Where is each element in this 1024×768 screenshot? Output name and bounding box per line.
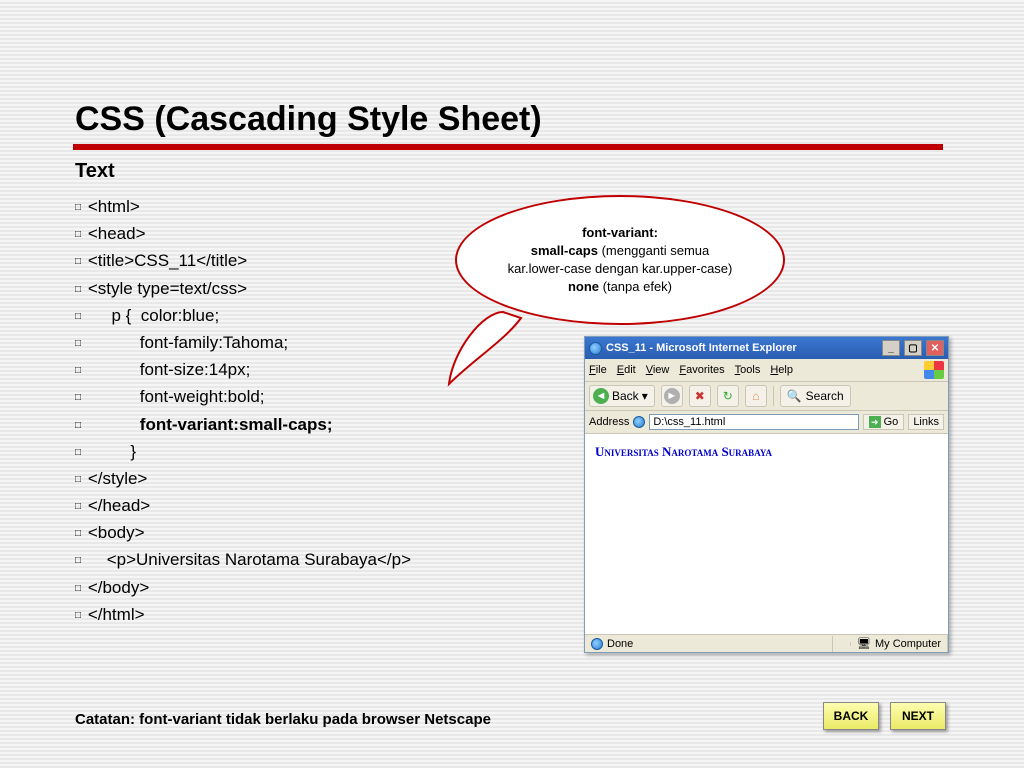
go-button[interactable]: ➜ Go: [863, 414, 905, 430]
browser-menubar: File Edit View Favorites Tools Help: [585, 359, 948, 382]
status-ie-icon: [591, 638, 603, 650]
status-zone: 🖥 My Computer: [851, 635, 948, 652]
menu-favorites[interactable]: Favorites: [679, 364, 724, 376]
search-icon: 🔍: [787, 389, 802, 403]
search-label: Search: [806, 389, 844, 403]
menu-edit[interactable]: Edit: [617, 364, 636, 376]
status-bar: Done 🖥 My Computer: [585, 634, 948, 652]
menu-view[interactable]: View: [646, 364, 670, 376]
menu-help[interactable]: Help: [770, 364, 793, 376]
back-button[interactable]: ◄ Back ▾: [589, 385, 655, 407]
callout-bubble: font-variant: small-caps (mengganti semu…: [455, 195, 785, 325]
page-title: CSS (Cascading Style Sheet): [75, 100, 984, 139]
forward-button[interactable]: ►: [661, 385, 683, 407]
browser-titlebar[interactable]: CSS_11 - Microsoft Internet Explorer _ ▢…: [585, 337, 948, 359]
callout-line3: kar.lower-case dengan kar.upper-case): [508, 261, 733, 276]
browser-viewport: Universitas Narotama Surabaya: [585, 434, 948, 634]
address-input[interactable]: [649, 414, 858, 430]
callout-line2-rest: (mengganti semua: [598, 243, 709, 258]
windows-logo-icon: [924, 361, 944, 379]
page-icon: [633, 416, 645, 428]
status-done: Done: [585, 636, 833, 652]
computer-icon: 🖥: [857, 637, 871, 650]
ie-icon: [589, 342, 602, 355]
status-done-text: Done: [607, 638, 633, 650]
search-button[interactable]: 🔍 Search: [780, 385, 851, 407]
refresh-button[interactable]: ↻: [717, 385, 739, 407]
stop-button[interactable]: ✖: [689, 385, 711, 407]
menu-tools[interactable]: Tools: [735, 364, 761, 376]
address-bar: Address ➜ Go Links: [585, 411, 948, 434]
maximize-button[interactable]: ▢: [904, 340, 922, 356]
callout-line4-rest: (tanpa efek): [599, 279, 672, 294]
browser-title: CSS_11 - Microsoft Internet Explorer: [606, 342, 797, 354]
chevron-down-icon: ▾: [642, 389, 648, 403]
section-heading: Text: [75, 160, 984, 183]
close-button[interactable]: ✕: [926, 340, 944, 356]
browser-window: CSS_11 - Microsoft Internet Explorer _ ▢…: [584, 336, 949, 653]
home-button[interactable]: ⌂: [745, 385, 767, 407]
callout-line2-bold: small-caps: [531, 243, 598, 258]
address-label: Address: [589, 416, 629, 428]
back-label: Back: [612, 389, 639, 403]
back-arrow-icon: ◄: [593, 388, 609, 404]
footnote: Catatan: font-variant tidak berlaku pada…: [75, 711, 491, 728]
go-label: Go: [884, 416, 899, 428]
slide-next-button[interactable]: NEXT: [890, 702, 946, 730]
slide-back-button[interactable]: BACK: [823, 702, 879, 730]
rendered-text: Universitas Narotama Surabaya: [595, 444, 772, 459]
callout-tail: [443, 310, 533, 390]
minimize-button[interactable]: _: [882, 340, 900, 356]
title-underline: [73, 144, 943, 150]
menu-file[interactable]: File: [589, 364, 607, 376]
callout-line1: font-variant:: [582, 225, 658, 240]
status-zone-text: My Computer: [875, 638, 941, 650]
go-arrow-icon: ➜: [869, 416, 881, 428]
callout-line4-bold: none: [568, 279, 599, 294]
browser-toolbar: ◄ Back ▾ ► ✖ ↻ ⌂ 🔍 Search: [585, 382, 948, 411]
links-button[interactable]: Links: [908, 414, 944, 430]
forward-arrow-icon: ►: [664, 388, 680, 404]
